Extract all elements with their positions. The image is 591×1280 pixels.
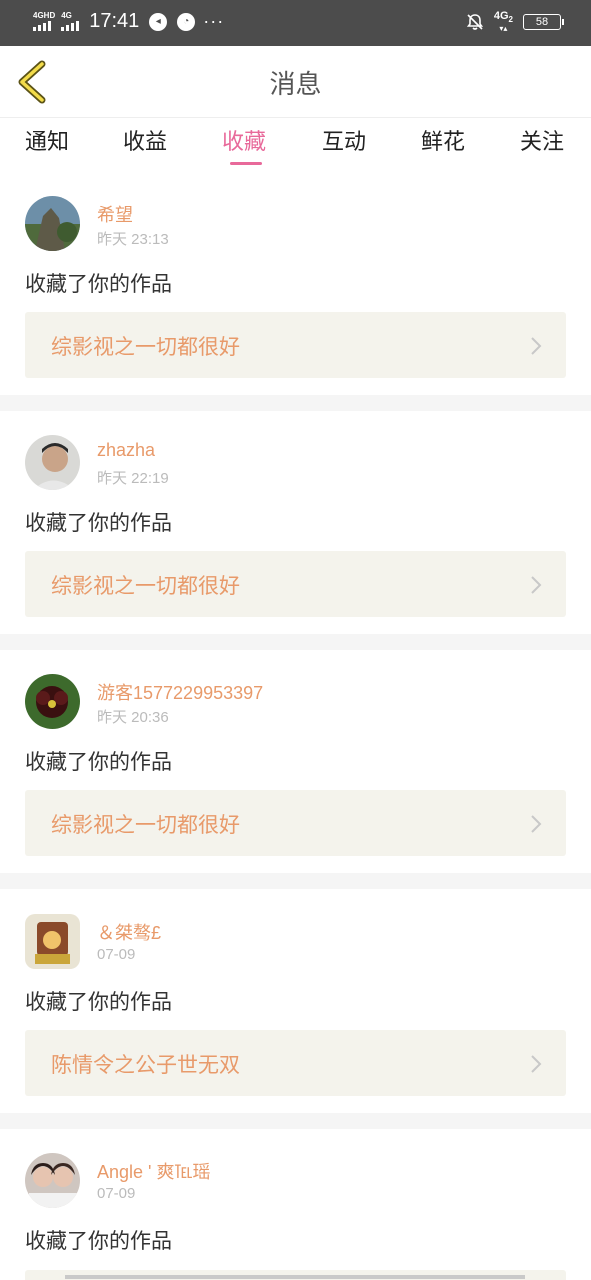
- chevron-right-icon: [531, 1055, 542, 1073]
- avatar[interactable]: [25, 674, 80, 729]
- speedometer-icon: ◔: [177, 12, 196, 31]
- list-item: 游客1577229953397 昨天 20:36 收藏了你的作品 综影视之一切都…: [0, 654, 591, 878]
- more-notifications-icon: ···: [203, 11, 225, 31]
- list-item: 希望 昨天 23:13 收藏了你的作品 综影视之一切都很好: [0, 176, 591, 400]
- network-4g-icon: 4G2 ▾▴: [493, 10, 513, 34]
- user-name[interactable]: 游客1577229953397: [97, 679, 263, 705]
- chevron-right-icon: [531, 337, 542, 355]
- tab-interactions[interactable]: 互动: [322, 124, 366, 156]
- timestamp: 昨天 23:13: [97, 231, 169, 248]
- active-tab-indicator: [230, 162, 262, 165]
- action-text: 收藏了你的作品: [25, 272, 172, 296]
- avatar[interactable]: [25, 196, 80, 251]
- divider: [0, 395, 591, 411]
- status-bar: 4GHD 4G 17:41 ◂ ◔ ··· 4G2 ▾▴ 58: [0, 0, 591, 46]
- action-text: 收藏了你的作品: [25, 511, 172, 535]
- work-link[interactable]: [25, 1270, 566, 1280]
- audio-icon: ◂: [149, 12, 168, 31]
- tab-flowers[interactable]: 鲜花: [421, 124, 465, 156]
- tab-earnings[interactable]: 收益: [123, 124, 167, 156]
- tab-notifications[interactable]: 通知: [25, 124, 69, 156]
- timestamp: 昨天 20:36: [97, 709, 169, 726]
- action-text: 收藏了你的作品: [25, 750, 172, 774]
- work-title: 综影视之一切都很好: [51, 335, 240, 359]
- work-link[interactable]: 陈情令之公子世无双: [25, 1030, 566, 1096]
- list-item: Angle ' 爽℡瑶 07-09 收藏了你的作品: [0, 1133, 591, 1280]
- work-link[interactable]: 综影视之一切都很好: [25, 312, 566, 378]
- avatar[interactable]: [25, 1153, 80, 1208]
- list-item: zhazha 昨天 22:19 收藏了你的作品 综影视之一切都很好: [0, 415, 591, 639]
- divider: [0, 873, 591, 889]
- list-item: ＆桀骜£ 07-09 收藏了你的作品 陈情令之公子世无双: [0, 894, 591, 1118]
- chevron-right-icon: [531, 815, 542, 833]
- divider: [0, 1113, 591, 1129]
- avatar[interactable]: [25, 914, 80, 969]
- action-text: 收藏了你的作品: [25, 1229, 172, 1253]
- user-name[interactable]: 希望: [97, 201, 133, 227]
- status-time: 17:41: [89, 10, 140, 32]
- tab-favorites[interactable]: 收藏: [222, 124, 266, 156]
- tab-following[interactable]: 关注: [520, 124, 564, 156]
- battery-icon: 58: [523, 14, 564, 31]
- work-title: 综影视之一切都很好: [51, 574, 240, 598]
- header: 消息: [0, 46, 591, 118]
- timestamp: 07-09: [97, 1185, 136, 1202]
- work-link[interactable]: 综影视之一切都很好: [25, 790, 566, 856]
- work-title: 陈情令之公子世无双: [51, 1053, 240, 1077]
- chevron-right-icon: [531, 576, 542, 594]
- user-name[interactable]: zhazha: [97, 440, 155, 461]
- signal-icon-2: 4G: [61, 12, 80, 31]
- divider: [0, 634, 591, 650]
- action-text: 收藏了你的作品: [25, 990, 172, 1014]
- tab-bar: 通知 收益 收藏 互动 鲜花 关注: [0, 118, 591, 178]
- timestamp: 07-09: [97, 946, 136, 963]
- timestamp: 昨天 22:19: [97, 470, 169, 487]
- work-link[interactable]: 综影视之一切都很好: [25, 551, 566, 617]
- page-title: 消息: [269, 70, 322, 100]
- bell-muted-icon: [466, 14, 483, 30]
- user-name[interactable]: Angle ' 爽℡瑶: [97, 1158, 210, 1184]
- work-title: 综影视之一切都很好: [51, 813, 240, 837]
- loading-placeholder: [65, 1275, 525, 1279]
- avatar[interactable]: [25, 435, 80, 490]
- user-name[interactable]: ＆桀骜£: [97, 919, 161, 945]
- signal-icon: 4GHD: [33, 12, 55, 31]
